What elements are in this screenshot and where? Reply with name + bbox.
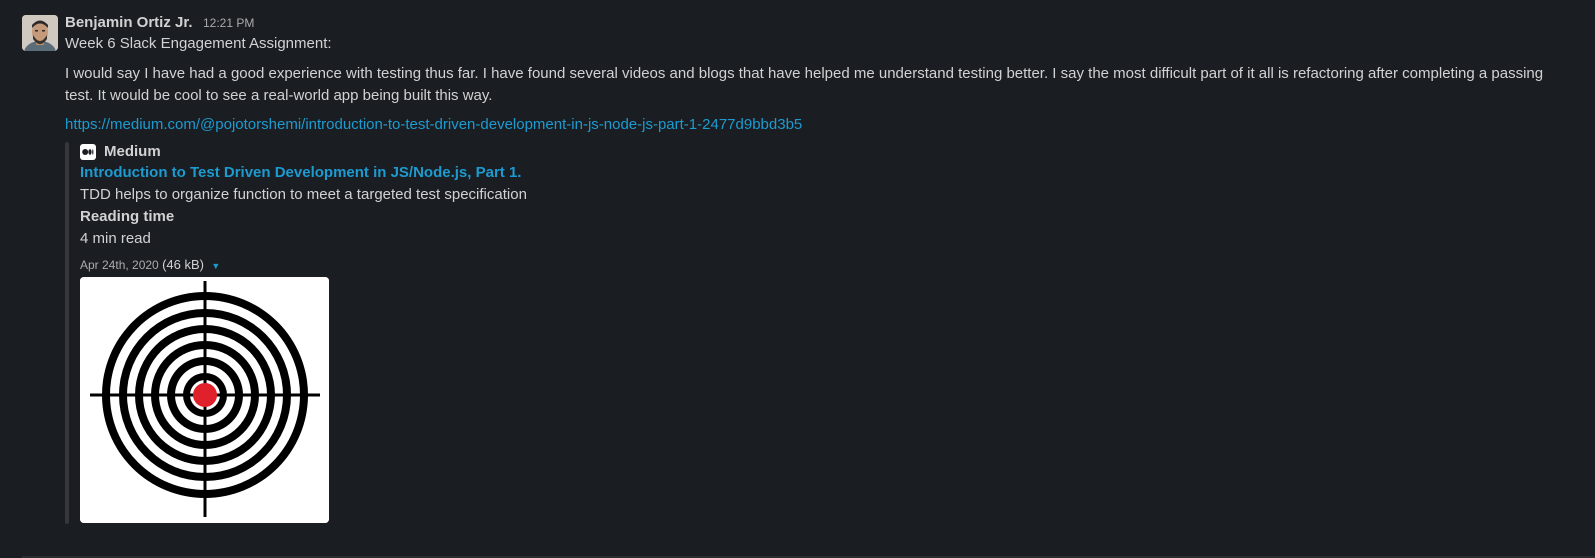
avatar[interactable] — [22, 15, 58, 51]
message-paragraph: I would say I have had a good experience… — [65, 65, 1544, 104]
attachment-field-label: Reading time — [80, 208, 175, 225]
message-timestamp[interactable]: 12:21 PM — [203, 16, 254, 30]
previous-message-fragment — [66, 0, 1565, 1]
message-title-line: Week 6 Slack Engagement Assignment: — [65, 35, 332, 52]
message-header: Benjamin Ortiz Jr. 12:21 PM — [65, 13, 1575, 33]
attachment-service-name: Medium — [104, 143, 161, 160]
link-unfurl-attachment: Medium Introduction to Test Driven Devel… — [65, 142, 1575, 524]
medium-logo-icon — [80, 144, 96, 160]
message-body: Benjamin Ortiz Jr. 12:21 PM Week 6 Slack… — [65, 13, 1575, 524]
avatar-image — [22, 15, 58, 51]
message-link[interactable]: https://medium.com/@pojotorshemi/introdu… — [65, 114, 802, 136]
attachment-date: Apr 24th, 2020 — [80, 258, 159, 272]
attachment-meta: Apr 24th, 2020 (46 kB) ▼ — [80, 255, 1575, 275]
attachment-title-link[interactable]: Introduction to Test Driven Development … — [80, 162, 1575, 184]
chevron-down-icon[interactable]: ▼ — [211, 256, 220, 276]
slack-message-view: Benjamin Ortiz Jr. 12:21 PM Week 6 Slack… — [0, 0, 1595, 558]
attachment-field-value: 4 min read — [80, 230, 151, 247]
attachment-service-row: Medium — [80, 142, 1575, 162]
sender-name[interactable]: Benjamin Ortiz Jr. — [65, 14, 193, 31]
target-graphic — [80, 277, 329, 523]
target-image[interactable] — [80, 277, 329, 523]
attachment-description: TDD helps to organize function to meet a… — [80, 186, 527, 203]
attachment-size: (46 kB) — [162, 257, 204, 272]
